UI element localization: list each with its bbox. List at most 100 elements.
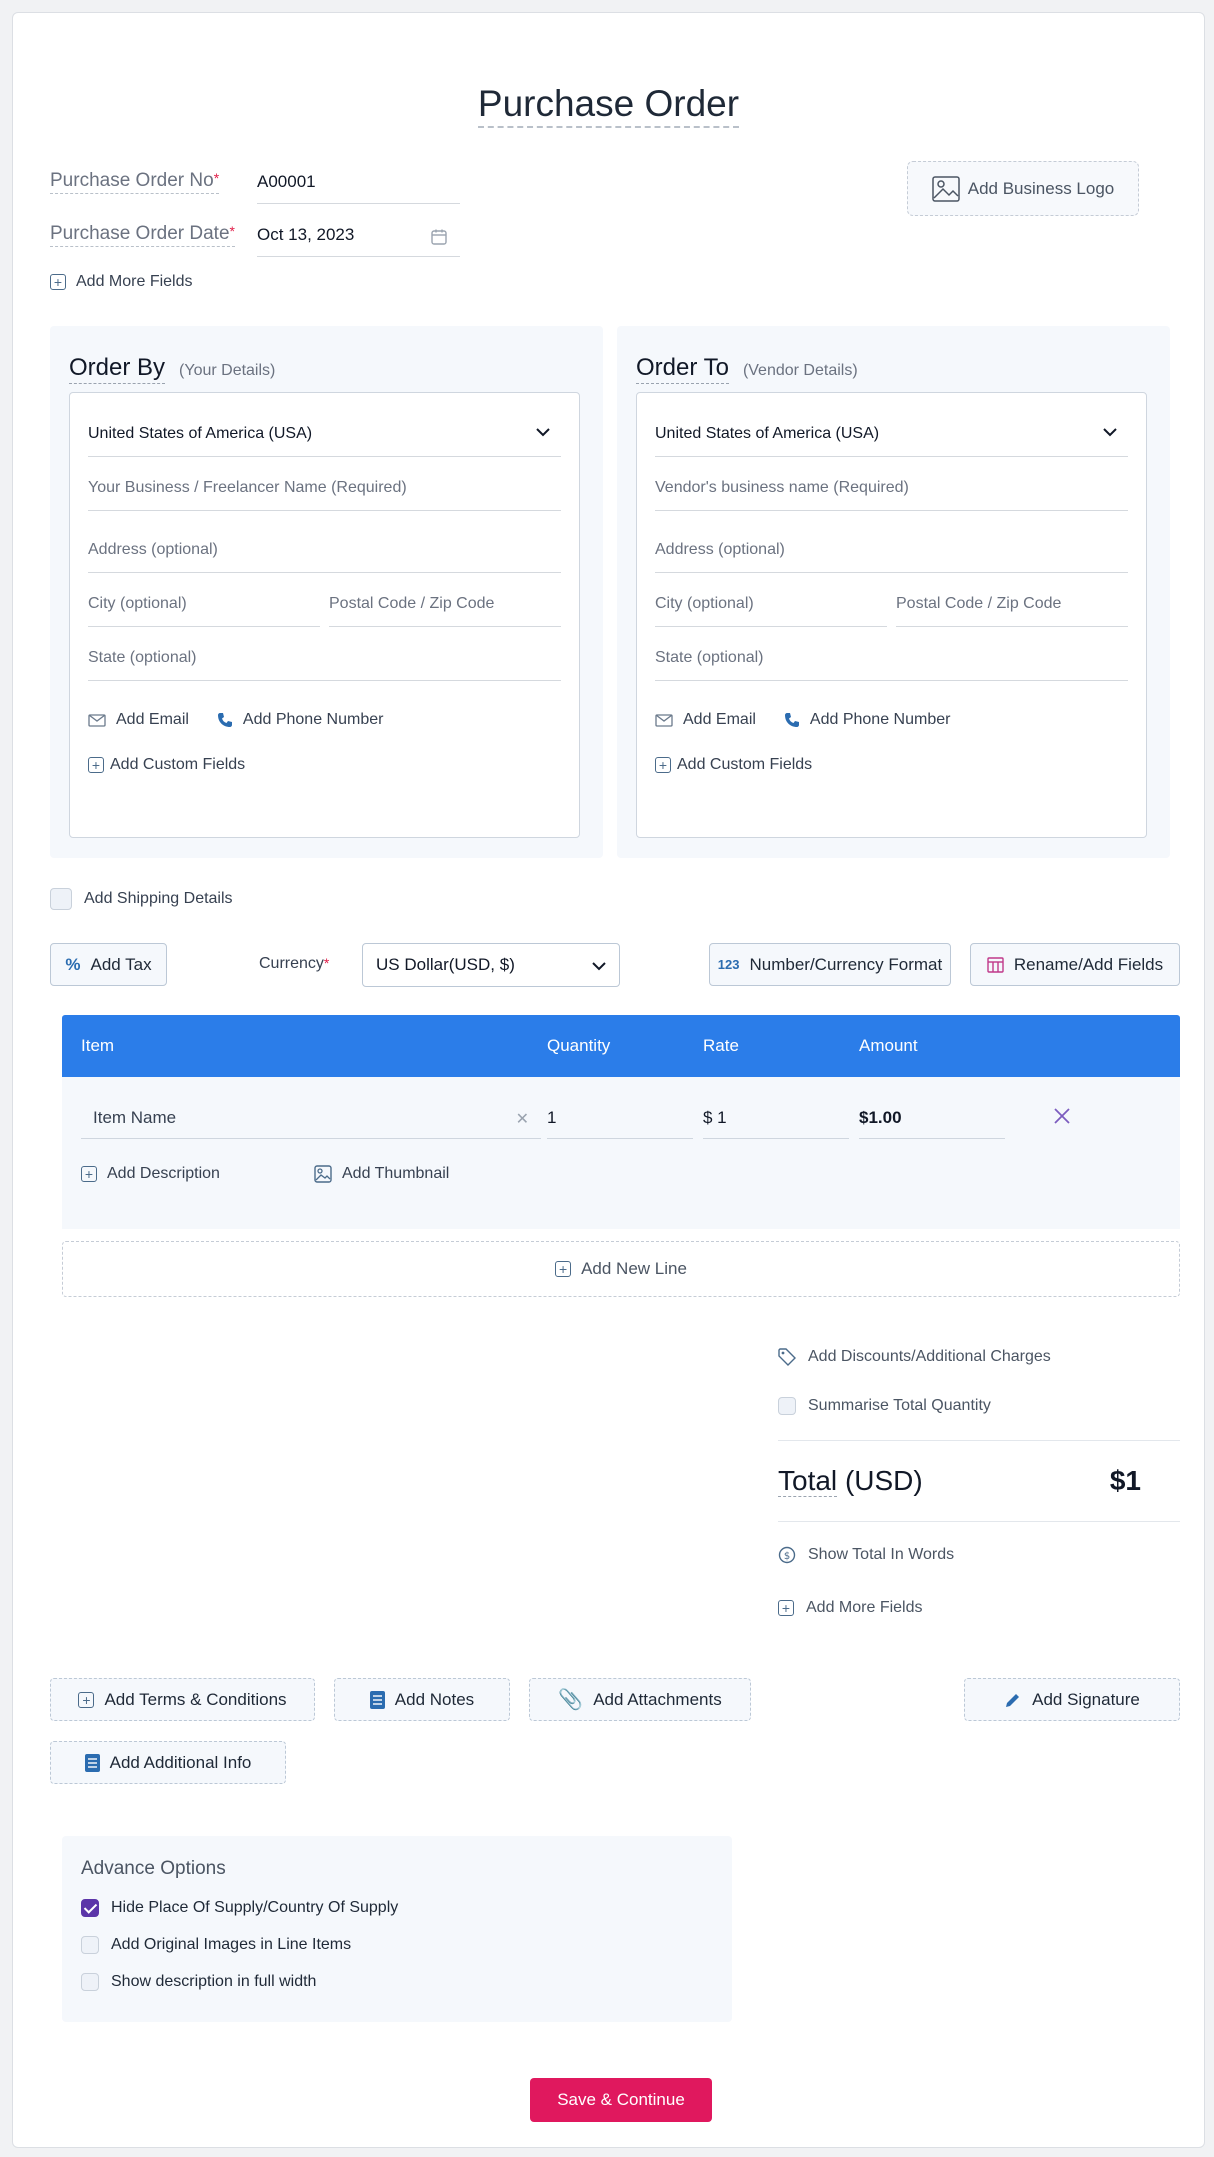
order-by-heading[interactable]: Order By (69, 354, 166, 384)
order-to-country-select[interactable]: United States of America (USA) (655, 405, 1128, 457)
document-icon (84, 1753, 100, 1772)
item-name-input[interactable]: Item Name ✕ (81, 1097, 541, 1139)
po-date-label: Purchase Order Date* (50, 223, 235, 247)
mail-icon (88, 713, 106, 727)
summarise-checkbox[interactable] (778, 1397, 796, 1415)
order-to-add-custom-fields[interactable]: + Add Custom Fields (655, 756, 812, 774)
save-continue-button[interactable]: Save & Continue (530, 2078, 712, 2122)
number-currency-format-button[interactable]: 123 Number/Currency Format (709, 943, 951, 986)
mail-icon (655, 713, 673, 727)
plus-icon: + (655, 757, 671, 773)
remove-row-icon[interactable] (1052, 1106, 1072, 1126)
page-title[interactable]: Purchase Order (13, 83, 1204, 128)
chevron-down-icon (591, 961, 607, 971)
advance-options-panel: Advance Options Hide Place Of Supply/Cou… (62, 1836, 732, 2022)
advance-options-title: Advance Options (81, 1858, 226, 1879)
order-to-address-input[interactable]: Address (optional) (655, 521, 1128, 573)
header-amount: Amount (859, 1036, 918, 1055)
quantity-input[interactable]: 1 (547, 1097, 693, 1139)
image-icon (932, 175, 960, 202)
currency-label: Currency* (259, 955, 330, 972)
add-additional-info-button[interactable]: Add Additional Info (50, 1741, 286, 1784)
add-shipping-details[interactable]: Add Shipping Details (50, 888, 233, 910)
chevron-down-icon (1102, 427, 1118, 437)
order-to-city-input[interactable]: City (optional) (655, 575, 887, 627)
order-by-country-select[interactable]: United States of America (USA) (88, 405, 561, 457)
header-rate: Rate (703, 1036, 739, 1055)
header-quantity: Quantity (547, 1036, 611, 1055)
option-hide-place-of-supply[interactable]: Hide Place Of Supply/Country Of Supply (81, 1899, 398, 1917)
summary-add-more-fields-link[interactable]: + Add More Fields (778, 1599, 923, 1617)
option-checkbox-checked[interactable] (81, 1899, 99, 1917)
add-attachments-button[interactable]: 📎 Add Attachments (529, 1678, 751, 1721)
add-new-line-button[interactable]: + Add New Line (62, 1241, 1180, 1297)
order-by-add-email[interactable]: Add Email (88, 711, 189, 729)
order-to-card: United States of America (USA) Vendor's … (636, 392, 1147, 838)
paperclip-icon: 📎 (558, 1689, 584, 1711)
po-number-label: Purchase Order No* (50, 170, 220, 194)
add-discounts-link[interactable]: Add Discounts/Additional Charges (778, 1348, 1051, 1366)
total-label[interactable]: Total (USD) (778, 1465, 923, 1497)
phone-icon (217, 713, 232, 727)
order-to-postal-input[interactable]: Postal Code / Zip Code (896, 575, 1128, 627)
order-to-name-input[interactable]: Vendor's business name (Required) (655, 459, 1128, 511)
po-date-input[interactable]: Oct 13, 2023 (257, 219, 460, 257)
table-row: Item Name ✕ 1 $ 1 $1.00 + Add Descriptio… (62, 1077, 1180, 1229)
option-checkbox[interactable] (81, 1936, 99, 1954)
summarise-total-quantity[interactable]: Summarise Total Quantity (778, 1397, 991, 1415)
order-by-address-input[interactable]: Address (optional) (88, 521, 561, 573)
svg-text:$: $ (784, 1551, 790, 1562)
order-by-add-phone[interactable]: Add Phone Number (217, 711, 383, 729)
order-to-subheading: (Vendor Details) (742, 362, 858, 379)
percent-icon: % (65, 954, 81, 974)
add-thumbnail-link[interactable]: Add Thumbnail (314, 1165, 449, 1183)
rename-add-fields-button[interactable]: Rename/Add Fields (970, 943, 1180, 986)
order-to-state-input[interactable]: State (optional) (655, 629, 1128, 681)
order-by-state-input[interactable]: State (optional) (88, 629, 561, 681)
chevron-down-icon (535, 427, 551, 437)
add-notes-button[interactable]: Add Notes (334, 1678, 510, 1721)
order-to-add-phone[interactable]: Add Phone Number (784, 711, 950, 729)
add-business-logo-button[interactable]: Add Business Logo (907, 161, 1139, 216)
order-by-card: United States of America (USA) Your Busi… (69, 392, 580, 838)
shipping-checkbox[interactable] (50, 888, 72, 910)
plus-icon: + (78, 1691, 95, 1708)
add-signature-button[interactable]: Add Signature (964, 1678, 1180, 1721)
option-show-description-full-width[interactable]: Show description in full width (81, 1973, 316, 1991)
order-by-name-input[interactable]: Your Business / Freelancer Name (Require… (88, 459, 561, 511)
order-to-heading[interactable]: Order To (636, 354, 729, 384)
order-by-postal-input[interactable]: Postal Code / Zip Code (329, 575, 561, 627)
currency-select[interactable]: US Dollar(USD, $) (362, 943, 620, 987)
plus-icon: + (50, 274, 66, 290)
plus-icon: + (81, 1166, 97, 1182)
summary-divider (778, 1440, 1180, 1441)
calendar-icon[interactable] (430, 228, 448, 246)
document-icon (369, 1690, 385, 1709)
add-more-fields-link[interactable]: + Add More Fields (50, 273, 193, 291)
order-by-add-custom-fields[interactable]: + Add Custom Fields (88, 756, 245, 774)
clear-icon[interactable]: ✕ (516, 1109, 529, 1129)
tag-icon (778, 1348, 796, 1366)
plus-icon: + (555, 1261, 572, 1277)
summary-divider (778, 1521, 1180, 1522)
order-to-add-email[interactable]: Add Email (655, 711, 756, 729)
plus-icon: + (88, 757, 104, 773)
plus-icon: + (778, 1600, 794, 1616)
add-tax-button[interactable]: % Add Tax (50, 943, 167, 986)
option-add-original-images[interactable]: Add Original Images in Line Items (81, 1936, 351, 1954)
number-format-icon: 123 (717, 957, 740, 972)
add-terms-button[interactable]: + Add Terms & Conditions (50, 1678, 315, 1721)
order-by-city-input[interactable]: City (optional) (88, 575, 320, 627)
show-total-in-words-link[interactable]: $ Show Total In Words (778, 1546, 954, 1564)
dollar-circle-icon: $ (778, 1546, 796, 1564)
purchase-order-form: Purchase Order Purchase Order No* A00001… (12, 12, 1205, 2148)
po-number-input[interactable]: A00001 (257, 166, 460, 204)
add-description-link[interactable]: + Add Description (81, 1165, 220, 1183)
total-value: $1 (1109, 1465, 1141, 1496)
amount-value: $1.00 (859, 1097, 1005, 1139)
table-columns-icon (987, 956, 1004, 973)
order-by-section: Order By (Your Details) United States of… (50, 326, 603, 858)
pen-icon (1004, 1691, 1022, 1709)
option-checkbox[interactable] (81, 1973, 99, 1991)
rate-input[interactable]: $ 1 (703, 1097, 849, 1139)
